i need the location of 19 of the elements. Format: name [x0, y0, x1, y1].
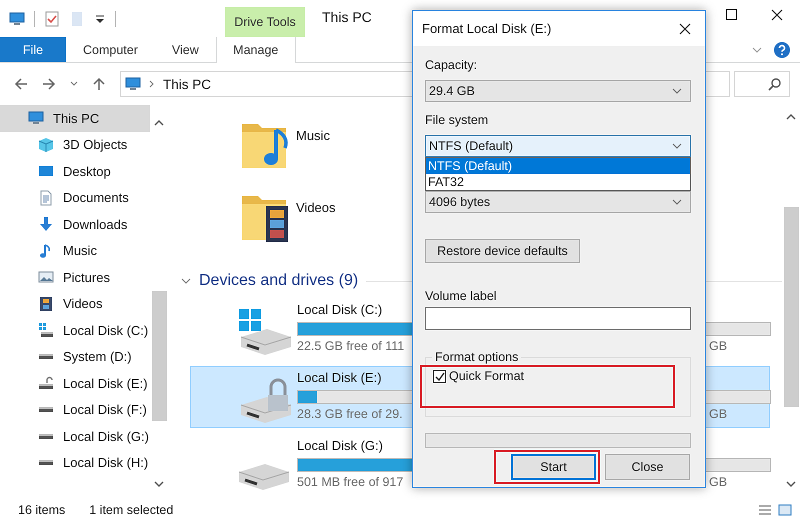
drive-name: Local Disk (G:) — [297, 438, 383, 453]
drive-name: Local Disk (E:) — [297, 370, 382, 385]
free-space-text: 28.3 GB free of 29. — [297, 407, 403, 421]
section-heading: Devices and drives (9) — [199, 272, 358, 290]
free-space-text: 22.5 GB free of 111 — [297, 339, 404, 353]
group-title: Format options — [432, 350, 522, 364]
free-space-text: GB — [709, 339, 728, 353]
selection-count: 1 item selected — [89, 503, 174, 517]
drive-name: Local Disk (C:) — [297, 302, 382, 317]
field-label: Capacity: — [425, 58, 478, 72]
free-space-text: GB — [709, 407, 728, 421]
context-tab-group: Drive Tools — [225, 7, 305, 37]
free-space-text: 501 MB free of 917 — [297, 475, 404, 489]
window-title: This PC — [322, 8, 372, 27]
field-label: File system — [425, 113, 488, 127]
dialog-title: Format Local Disk (E:) — [422, 21, 552, 36]
free-space-text: GB — [709, 475, 728, 489]
field-label: Volume label — [425, 289, 497, 303]
item-count: 16 items — [18, 503, 66, 517]
